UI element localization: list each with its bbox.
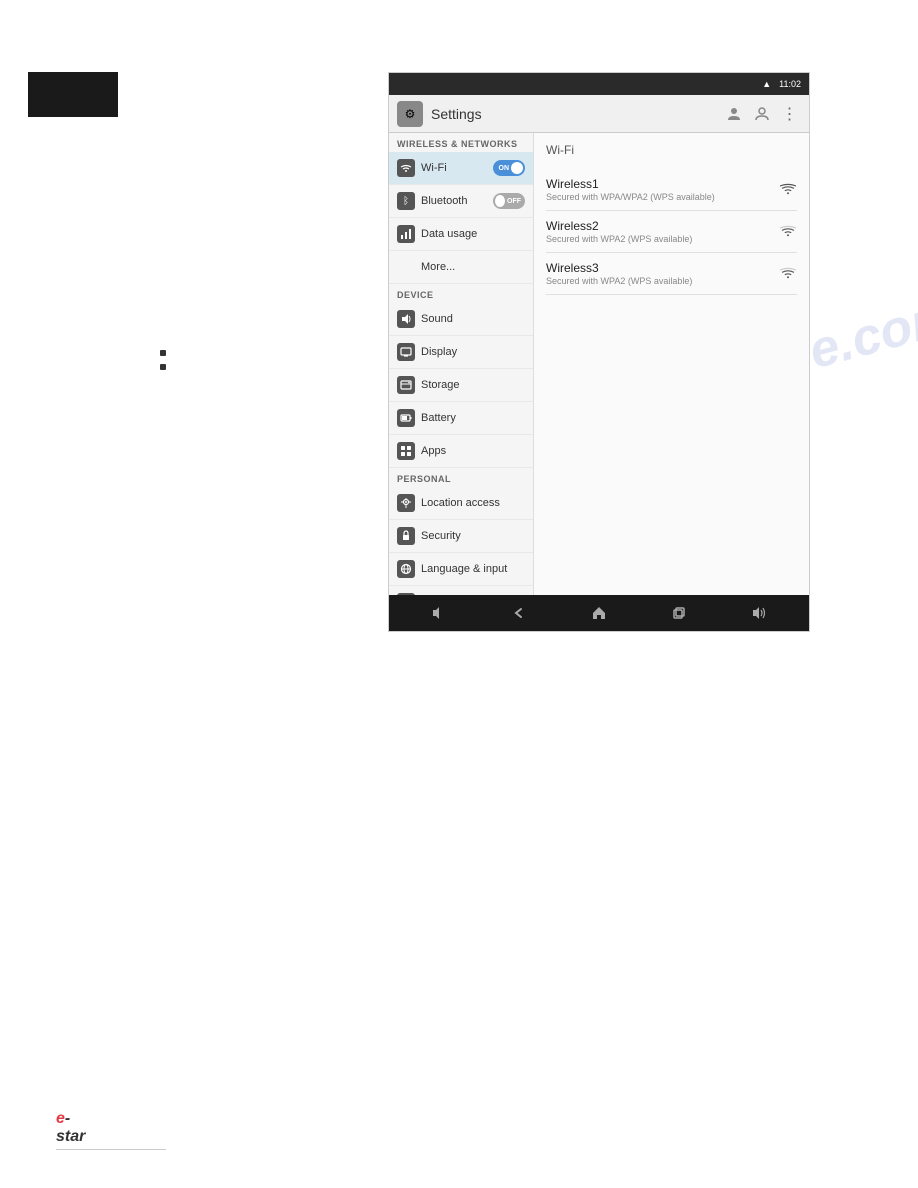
- footer-logo: e-star: [56, 1110, 85, 1146]
- wifi-panel-title: Wi-Fi: [546, 143, 797, 161]
- bluetooth-toggle[interactable]: OFF: [493, 193, 525, 209]
- wifi-panel: Wi-Fi Wireless1 Secured with WPA/WPA2 (W…: [534, 133, 809, 595]
- sidebar-item-sound[interactable]: Sound: [389, 303, 533, 336]
- wifi-network-3-info: Wireless3 Secured with WPA2 (WPS availab…: [546, 261, 779, 286]
- app-bar: ⚙ Settings ⋮: [389, 95, 809, 133]
- bluetooth-icon: ᛒ: [397, 192, 415, 210]
- sidebar-item-security[interactable]: Security: [389, 520, 533, 553]
- wifi-signal-medium-2: [779, 223, 797, 241]
- wifi-network-3[interactable]: Wireless3 Secured with WPA2 (WPS availab…: [546, 253, 797, 295]
- more-label: More...: [421, 261, 525, 273]
- signal-icon: ▲: [762, 79, 771, 89]
- display-icon: [397, 343, 415, 361]
- sidebar-item-more[interactable]: More...: [389, 251, 533, 284]
- sidebar-item-bluetooth[interactable]: ᛒ Bluetooth OFF: [389, 185, 533, 218]
- status-time: 11:02: [779, 79, 801, 89]
- sidebar-item-wifi[interactable]: Wi-Fi ON: [389, 152, 533, 185]
- storage-label: Storage: [421, 379, 525, 391]
- status-bar: ▲ 11:02: [389, 73, 809, 95]
- apps-icon: [397, 442, 415, 460]
- apps-label: Apps: [421, 445, 525, 457]
- black-rectangle: [28, 72, 118, 117]
- wifi-signal-strong: [779, 181, 797, 199]
- sound-icon: [397, 310, 415, 328]
- sidebar-item-battery[interactable]: Battery: [389, 402, 533, 435]
- section-wireless-networks: WIRELESS & NETWORKS: [389, 133, 533, 152]
- location-label: Location access: [421, 497, 525, 509]
- wifi-network-1-security: Secured with WPA/WPA2 (WPS available): [546, 192, 779, 202]
- bluetooth-label: Bluetooth: [421, 195, 493, 207]
- sidebar-item-backup[interactable]: Backup & reset: [389, 586, 533, 595]
- sidebar: WIRELESS & NETWORKS Wi-Fi ON: [389, 133, 534, 595]
- content-area: WIRELESS & NETWORKS Wi-Fi ON: [389, 133, 809, 595]
- footer-line: [56, 1149, 166, 1150]
- nav-recents[interactable]: [667, 601, 691, 625]
- tablet-device: ▲ 11:02 ⚙ Settings ⋮: [388, 72, 810, 632]
- app-bar-actions: ⋮: [723, 103, 801, 125]
- wifi-network-3-security: Secured with WPA2 (WPS available): [546, 276, 779, 286]
- sidebar-item-storage[interactable]: Storage: [389, 369, 533, 402]
- battery-label: Battery: [421, 412, 525, 424]
- dots-decoration: [160, 350, 166, 370]
- language-label: Language & input: [421, 563, 525, 575]
- data-usage-label: Data usage: [421, 228, 525, 240]
- sidebar-item-display[interactable]: Display: [389, 336, 533, 369]
- more-options-icon[interactable]: ⋮: [779, 103, 801, 125]
- person2-icon[interactable]: [751, 103, 773, 125]
- nav-volume-up[interactable]: [747, 601, 771, 625]
- sidebar-item-language[interactable]: Language & input: [389, 553, 533, 586]
- battery-icon: [397, 409, 415, 427]
- wifi-network-2[interactable]: Wireless2 Secured with WPA2 (WPS availab…: [546, 211, 797, 253]
- security-label: Security: [421, 530, 525, 542]
- nav-volume-down[interactable]: [427, 601, 451, 625]
- sidebar-item-location[interactable]: Location access: [389, 487, 533, 520]
- settings-app-icon: ⚙: [397, 101, 423, 127]
- wifi-network-1[interactable]: Wireless1 Secured with WPA/WPA2 (WPS ava…: [546, 169, 797, 211]
- nav-back[interactable]: [507, 601, 531, 625]
- more-icon: [397, 258, 415, 276]
- sidebar-item-apps[interactable]: Apps: [389, 435, 533, 468]
- wifi-network-1-info: Wireless1 Secured with WPA/WPA2 (WPS ava…: [546, 177, 779, 202]
- backup-icon: [397, 593, 415, 595]
- display-label: Display: [421, 346, 525, 358]
- app-bar-title: Settings: [431, 106, 723, 122]
- data-usage-icon: [397, 225, 415, 243]
- language-icon: [397, 560, 415, 578]
- wifi-icon: [397, 159, 415, 177]
- security-icon: [397, 527, 415, 545]
- wifi-toggle[interactable]: ON: [493, 160, 525, 176]
- wifi-signal-medium-3: [779, 265, 797, 283]
- user-icon[interactable]: [723, 103, 745, 125]
- wifi-network-1-name: Wireless1: [546, 177, 779, 191]
- wifi-network-3-name: Wireless3: [546, 261, 779, 275]
- wifi-label: Wi-Fi: [421, 162, 493, 174]
- location-icon: [397, 494, 415, 512]
- nav-home[interactable]: [587, 601, 611, 625]
- sidebar-item-data-usage[interactable]: Data usage: [389, 218, 533, 251]
- wifi-network-2-name: Wireless2: [546, 219, 779, 233]
- section-personal: PERSONAL: [389, 468, 533, 487]
- sound-label: Sound: [421, 313, 525, 325]
- storage-icon: [397, 376, 415, 394]
- wifi-network-2-info: Wireless2 Secured with WPA2 (WPS availab…: [546, 219, 779, 244]
- section-device: DEVICE: [389, 284, 533, 303]
- wifi-network-2-security: Secured with WPA2 (WPS available): [546, 234, 779, 244]
- nav-bar: [389, 595, 809, 631]
- status-icons: ▲ 11:02: [762, 79, 801, 89]
